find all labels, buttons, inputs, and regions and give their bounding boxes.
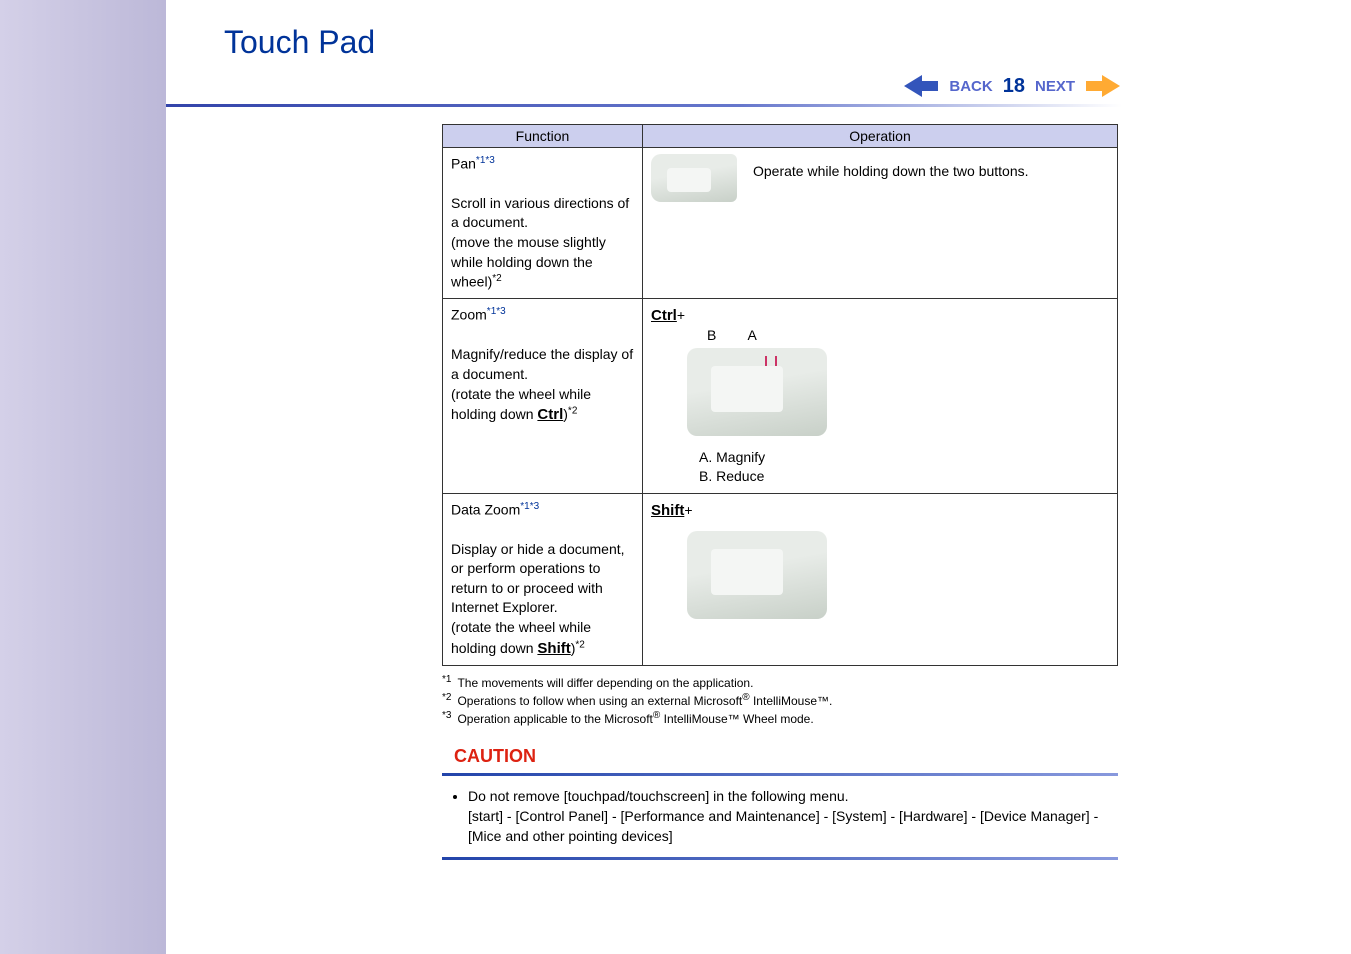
main-content: Function Operation Pan*1*3 Scroll in var… bbox=[442, 124, 1118, 860]
caution-line1: Do not remove [touchpad/touchscreen] in … bbox=[468, 788, 849, 804]
func-sup: *1*3 bbox=[487, 306, 506, 317]
cell-function: Pan*1*3 Scroll in various directions of … bbox=[443, 148, 643, 299]
fn-num: *1 bbox=[442, 674, 451, 685]
caution-heading: CAUTION bbox=[454, 746, 1118, 767]
op-plus: + bbox=[684, 502, 692, 518]
th-function: Function bbox=[443, 125, 643, 148]
th-operation: Operation bbox=[643, 125, 1118, 148]
func-name: Pan bbox=[451, 156, 476, 172]
fn-num: *3 bbox=[442, 710, 451, 721]
footnotes: *1 The movements will differ depending on… bbox=[442, 674, 1118, 726]
caution-box: Do not remove [touchpad/touchscreen] in … bbox=[442, 773, 1118, 860]
op-key: Shift bbox=[651, 502, 684, 519]
func-name: Zoom bbox=[451, 307, 487, 323]
table-row: Data Zoom*1*3 Display or hide a document… bbox=[443, 493, 1118, 665]
fn-text: Operations to follow when using an exter… bbox=[457, 694, 742, 708]
func-desc: Display or hide a document, or perform o… bbox=[451, 541, 625, 656]
cell-operation: Ctrl+ B A A. Magnify B. Reduce bbox=[643, 299, 1118, 493]
reg-mark: ® bbox=[742, 692, 749, 703]
cell-operation: Operate while holding down the two butto… bbox=[643, 148, 1118, 299]
op-list-a: A. Magnify bbox=[699, 448, 1109, 468]
caution-bullet: Do not remove [touchpad/touchscreen] in … bbox=[468, 786, 1108, 847]
nav-row: BACK 18 NEXT bbox=[903, 72, 1121, 100]
footnote: *3Operation applicable to the Microsoft®… bbox=[442, 710, 1118, 726]
table-row: Zoom*1*3 Magnify/reduce the display of a… bbox=[443, 299, 1118, 493]
touchpad-zoom-icon bbox=[687, 348, 827, 436]
func-desc: Scroll in various directions of a docume… bbox=[451, 195, 629, 290]
func-sup: *1*3 bbox=[476, 155, 495, 166]
back-button[interactable]: BACK bbox=[949, 78, 992, 95]
op-text: Operate while holding down the two butto… bbox=[753, 154, 1029, 182]
fn-text: The movements will differ depending on t… bbox=[457, 676, 753, 690]
accent-divider bbox=[166, 104, 1122, 107]
func-desc-sup: *2 bbox=[568, 405, 577, 416]
cell-operation: Shift+ bbox=[643, 493, 1118, 665]
func-sup: *1*3 bbox=[520, 501, 539, 512]
page-number: 18 bbox=[1003, 75, 1025, 98]
back-arrow-icon[interactable] bbox=[903, 72, 939, 100]
cell-function: Data Zoom*1*3 Display or hide a document… bbox=[443, 493, 643, 665]
touchpad-datazoom-icon bbox=[687, 531, 827, 619]
op-list: A. Magnify B. Reduce bbox=[699, 448, 1109, 487]
fn-num: *2 bbox=[442, 692, 451, 703]
next-arrow-icon[interactable] bbox=[1085, 72, 1121, 100]
fn-text-b: IntelliMouse™. bbox=[750, 694, 833, 708]
fn-text-c: IntelliMouse™ Wheel mode. bbox=[660, 712, 813, 726]
page-title: Touch Pad bbox=[224, 24, 375, 61]
func-name: Data Zoom bbox=[451, 502, 520, 518]
op-plus: + bbox=[677, 307, 685, 323]
table-row: Pan*1*3 Scroll in various directions of … bbox=[443, 148, 1118, 299]
op-list-b: B. Reduce bbox=[699, 467, 1109, 487]
labels-ba: B A bbox=[707, 326, 1109, 346]
cell-function: Zoom*1*3 Magnify/reduce the display of a… bbox=[443, 299, 643, 493]
sidebar bbox=[0, 0, 166, 954]
footnote: *1 The movements will differ depending on… bbox=[442, 674, 1118, 690]
func-desc-sup: *2 bbox=[575, 639, 584, 650]
func-desc-sup: *2 bbox=[492, 273, 501, 284]
op-key: Ctrl bbox=[651, 307, 677, 324]
footnote: *2 Operations to follow when using an ext… bbox=[442, 692, 1118, 708]
touchpad-pan-icon bbox=[651, 154, 737, 202]
function-table: Function Operation Pan*1*3 Scroll in var… bbox=[442, 124, 1118, 666]
caution-line2: [start] - [Control Panel] - [Performance… bbox=[468, 808, 1098, 844]
key-ctrl: Ctrl bbox=[537, 406, 563, 423]
next-button[interactable]: NEXT bbox=[1035, 78, 1075, 95]
key-shift: Shift bbox=[537, 640, 570, 657]
fn-text: Operation applicable to the Microsoft bbox=[457, 712, 652, 726]
